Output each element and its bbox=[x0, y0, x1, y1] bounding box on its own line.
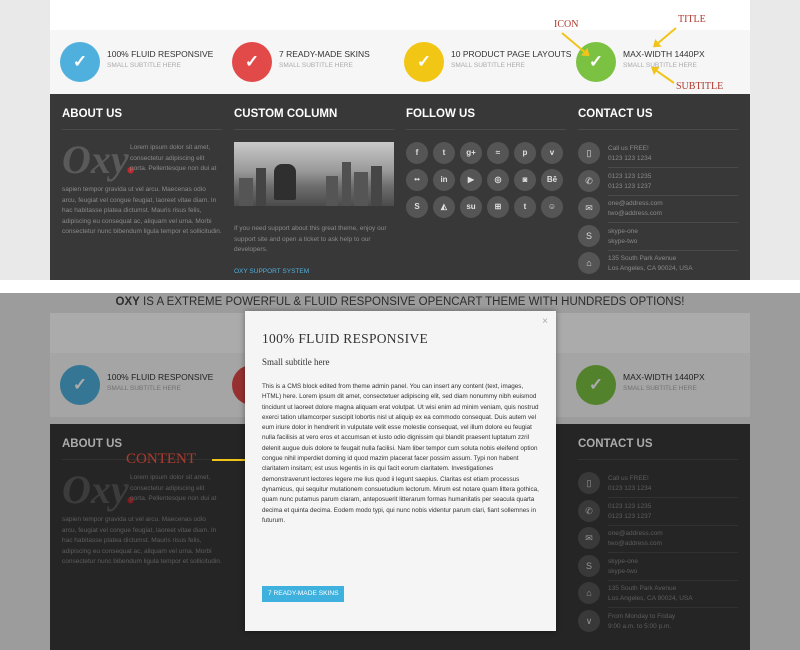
rss-icon[interactable]: ≈ bbox=[487, 142, 509, 164]
divider bbox=[234, 129, 394, 130]
divider bbox=[62, 129, 222, 130]
annotation-content: CONTENT bbox=[126, 451, 196, 467]
feature-subtitle: SMALL SUBTITLE HERE bbox=[279, 62, 353, 69]
reddit-icon[interactable]: ☺ bbox=[541, 196, 563, 218]
modal-subtitle: Small subtitle here bbox=[262, 357, 330, 367]
contact-line: one@address.com bbox=[608, 200, 663, 207]
custom-text: If you need support about this great the… bbox=[234, 225, 387, 253]
check-icon: ✓ bbox=[60, 42, 100, 82]
contact-line: skype-two bbox=[608, 237, 638, 245]
feature-title: 100% FLUID RESPONSIVE bbox=[107, 49, 214, 59]
check-icon: ✓ bbox=[232, 42, 272, 82]
contact-line: Los Angeles, CA 90024, USA bbox=[608, 265, 693, 272]
header-area bbox=[50, 0, 750, 30]
contact-line: 0123 123 1234 bbox=[608, 155, 652, 162]
windows-icon[interactable]: ⊞ bbox=[487, 196, 509, 218]
contact-line: Call us FREE! bbox=[608, 145, 649, 152]
modal-dialog: × 100% FLUID RESPONSIVE Small subtitle h… bbox=[245, 311, 556, 631]
separator bbox=[0, 280, 800, 293]
phone-icon: ✆ bbox=[578, 169, 600, 192]
feature-title: 7 READY-MADE SKINS bbox=[279, 49, 370, 59]
about-text: sapien tempor gravida ut vel arcu. Maece… bbox=[62, 186, 222, 235]
contact-line: two@address.com bbox=[608, 210, 662, 217]
footer: ABOUT US Oxy. Lorem ipsum dolor sit amet… bbox=[50, 94, 750, 280]
annotation-icon: ICON bbox=[554, 19, 579, 30]
feature-item[interactable]: ✓ 100% FLUID RESPONSIVE SMALL SUBTITLE H… bbox=[50, 40, 222, 84]
close-icon[interactable]: × bbox=[542, 316, 548, 327]
skype-icon[interactable]: S bbox=[406, 196, 428, 218]
feature-item[interactable]: ✓ 10 PRODUCT PAGE LAYOUTS SMALL SUBTITLE… bbox=[394, 40, 571, 84]
support-link[interactable]: OXY SUPPORT SYSTEM bbox=[234, 268, 309, 275]
feature-title: MAX-WIDTH 1440PX bbox=[623, 49, 705, 59]
divider bbox=[608, 249, 738, 251]
modal-content: This is a CMS block edited from theme ad… bbox=[262, 383, 539, 524]
youtube-icon[interactable]: ▶ bbox=[460, 169, 482, 191]
divider bbox=[608, 194, 738, 196]
footer-heading: ABOUT US bbox=[62, 108, 123, 120]
check-icon: ✓ bbox=[404, 42, 444, 82]
mobile-icon: ▯ bbox=[578, 142, 600, 164]
oxy-logo: Oxy. bbox=[62, 137, 138, 182]
annotation-subtitle: SUBTITLE bbox=[676, 81, 724, 92]
divider bbox=[406, 129, 566, 130]
feature-item[interactable]: ✓ 7 READY-MADE SKINS SMALL SUBTITLE HERE bbox=[222, 40, 394, 84]
home-icon: ⌂ bbox=[578, 252, 600, 274]
divider bbox=[578, 129, 738, 130]
dribbble-icon[interactable]: ◎ bbox=[487, 169, 509, 191]
footer-heading: CUSTOM COLUMN bbox=[234, 108, 338, 120]
feature-subtitle: SMALL SUBTITLE HERE bbox=[107, 62, 181, 69]
twitter-icon[interactable]: t bbox=[433, 142, 455, 164]
vimeo-icon[interactable]: v bbox=[541, 142, 563, 164]
annotation-title: TITLE bbox=[678, 14, 706, 25]
contact-line: 0123 123 1237 bbox=[608, 182, 652, 190]
feature-subtitle: SMALL SUBTITLE HERE bbox=[451, 62, 525, 69]
divider bbox=[608, 167, 738, 168]
instagram-icon[interactable]: ◙ bbox=[514, 169, 536, 191]
behance-icon[interactable]: Bē bbox=[541, 169, 563, 191]
features-bar: ✓ 100% FLUID RESPONSIVE SMALL SUBTITLE H… bbox=[50, 30, 750, 94]
flickr-icon[interactable]: •• bbox=[406, 169, 428, 191]
contact-line: 135 South Park Avenue bbox=[608, 255, 677, 262]
divider bbox=[608, 222, 738, 223]
facebook-icon[interactable]: f bbox=[406, 142, 428, 164]
linkedin-icon[interactable]: in bbox=[433, 169, 455, 191]
feature-subtitle: SMALL SUBTITLE HERE bbox=[623, 62, 697, 69]
delicious-icon[interactable]: ◭ bbox=[433, 196, 455, 218]
ready-made-skins-button[interactable]: 7 READY-MADE SKINS bbox=[262, 586, 345, 602]
contact-line: skype-one bbox=[608, 227, 638, 235]
skype-icon: S bbox=[578, 224, 600, 247]
modal-title: 100% FLUID RESPONSIVE bbox=[262, 331, 429, 346]
email-icon: ✉ bbox=[578, 197, 600, 219]
feature-title: 10 PRODUCT PAGE LAYOUTS bbox=[451, 49, 572, 59]
city-photo bbox=[234, 142, 394, 206]
google-plus-icon[interactable]: g+ bbox=[460, 142, 482, 164]
stumbleupon-icon[interactable]: su bbox=[460, 196, 482, 218]
footer-heading: FOLLOW US bbox=[406, 108, 475, 120]
footer-heading: CONTACT US bbox=[578, 108, 653, 120]
pinterest-icon[interactable]: p bbox=[514, 142, 536, 164]
about-text: Lorem ipsum dolor sit amet, consectetur … bbox=[130, 144, 217, 172]
tumblr-icon[interactable]: t bbox=[514, 196, 536, 218]
contact-line: 0123 123 1235 bbox=[608, 172, 652, 180]
